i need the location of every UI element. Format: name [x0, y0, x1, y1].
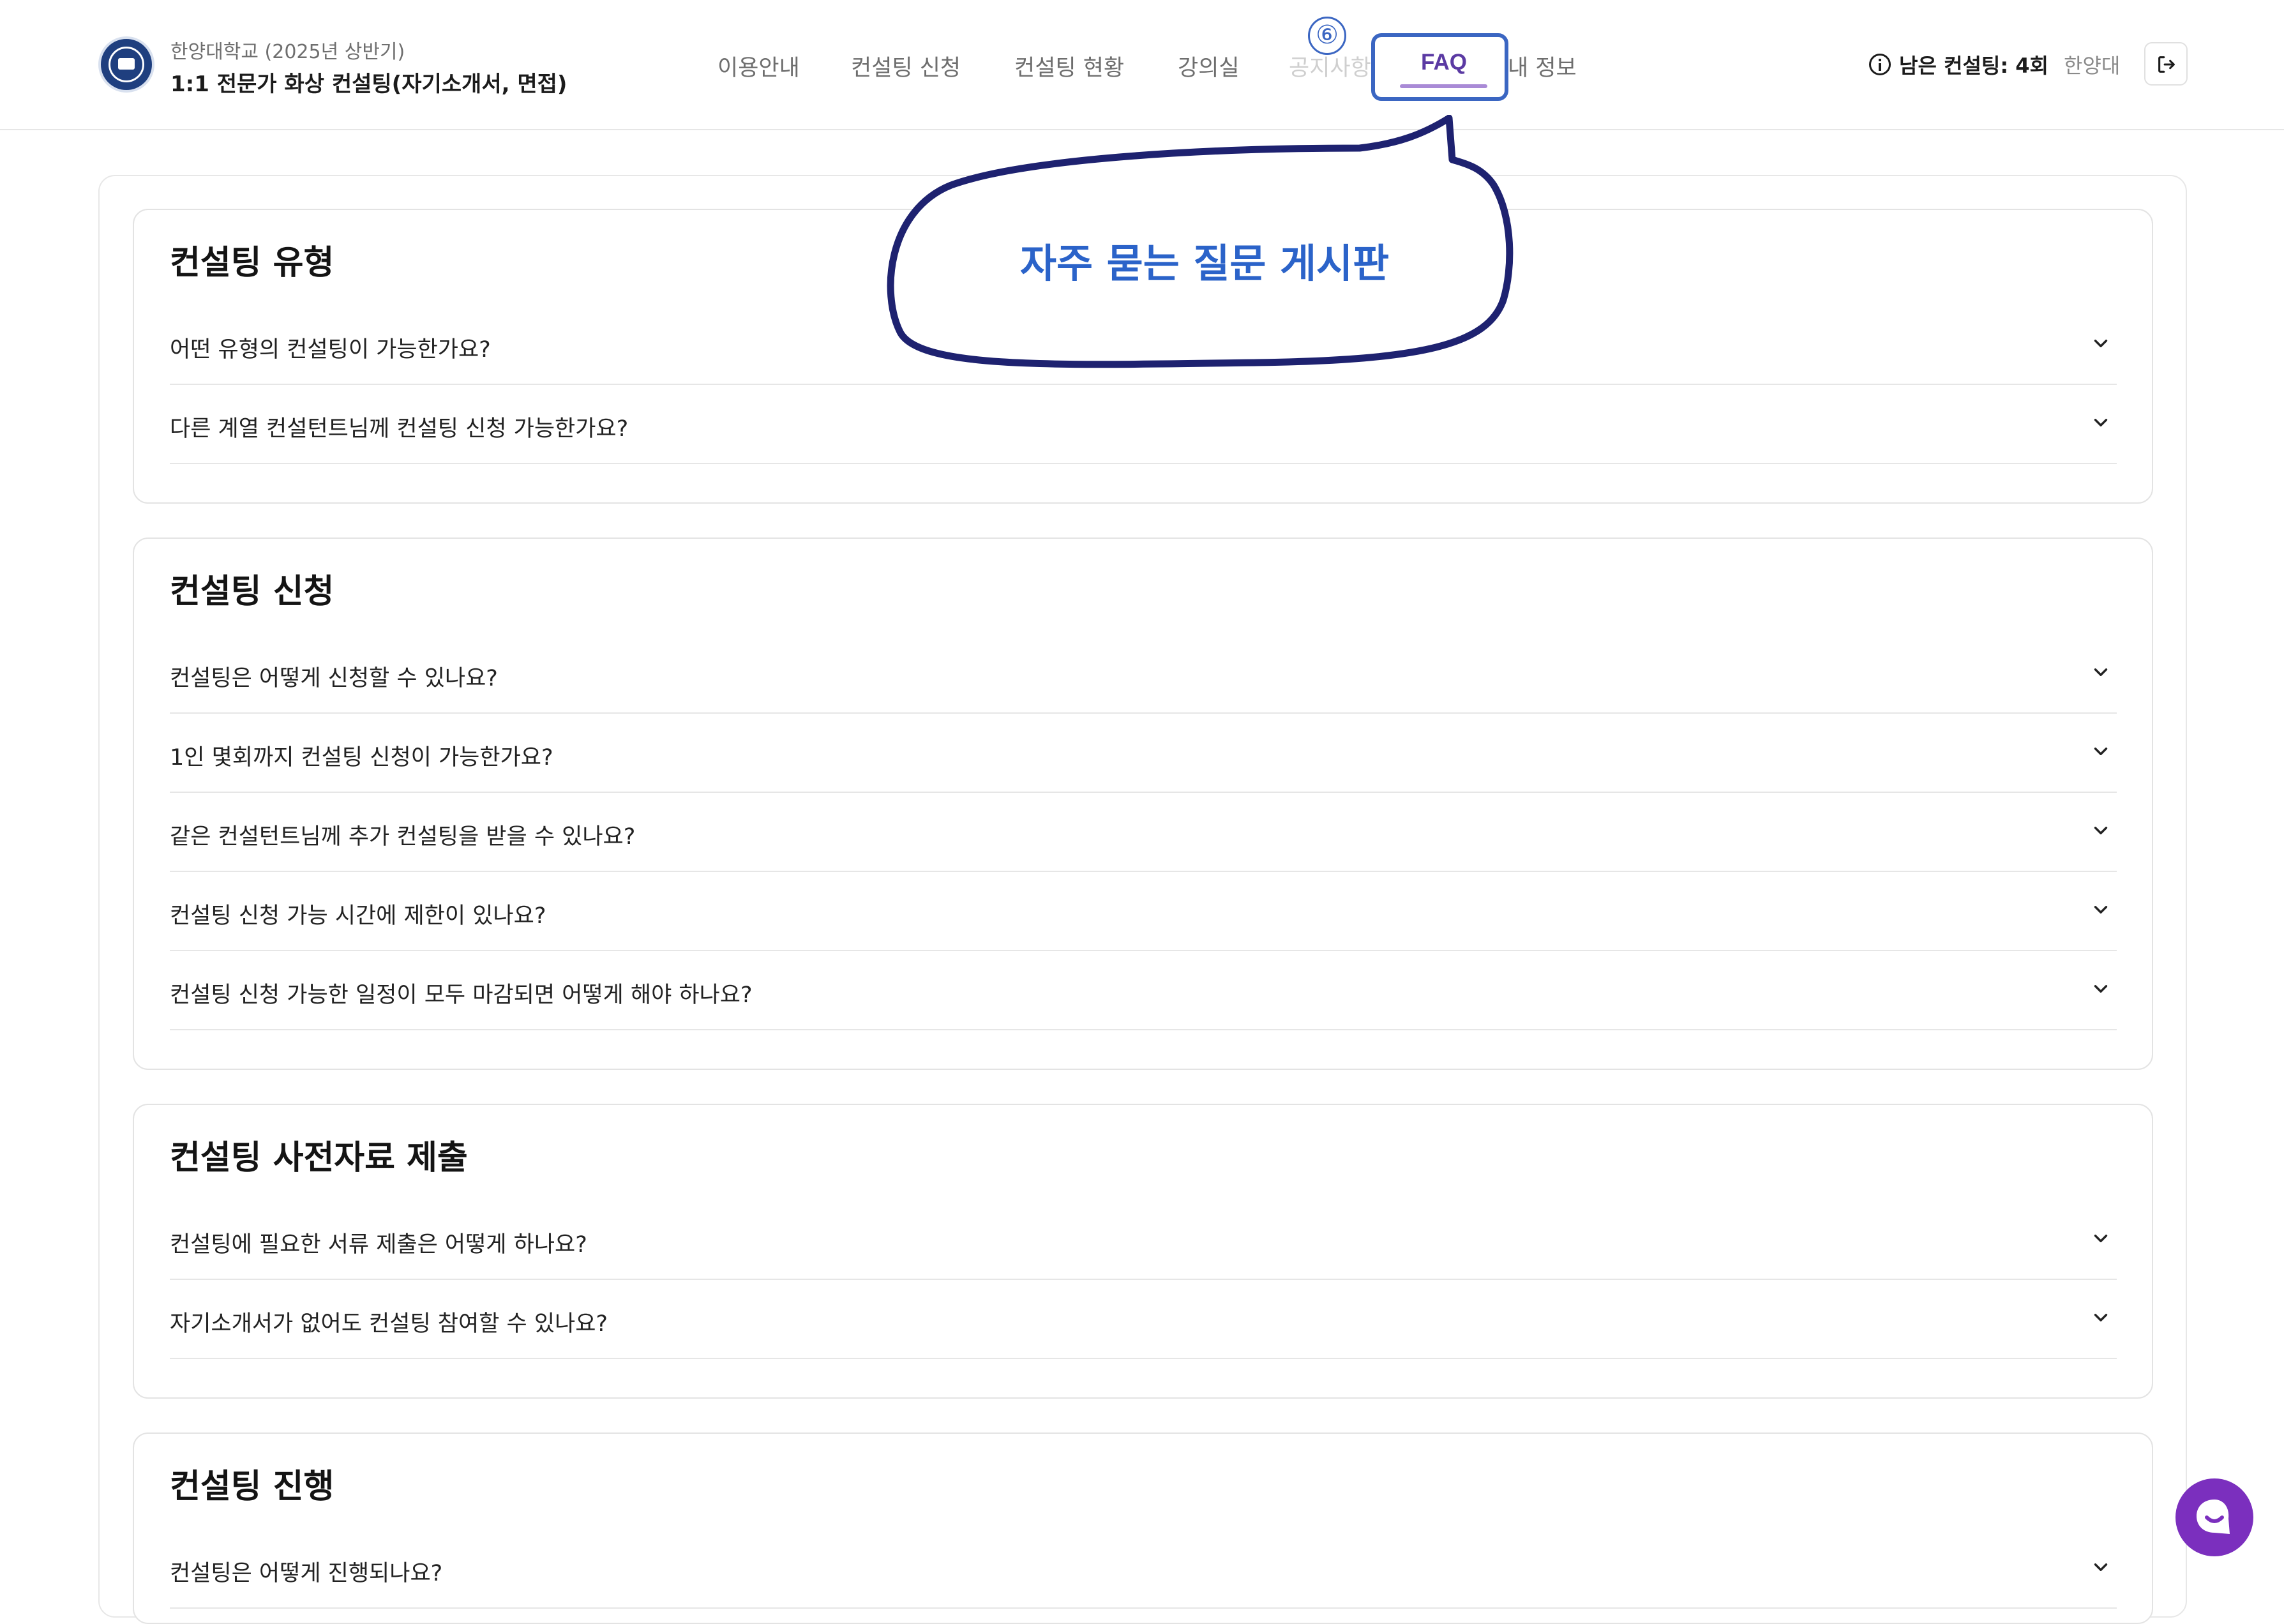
faq-item[interactable]: 컨설팅은 어떻게 진행되나요?: [170, 1528, 2117, 1609]
chat-icon: [2197, 1500, 2230, 1534]
top-header: 한양대학교 (2025년 상반기) 1:1 전문가 화상 컨설팅(자기소개서, …: [0, 0, 2284, 130]
faq-item[interactable]: 컨설팅 신청 가능한 일정이 모두 마감되면 어떻게 해야 하나요?: [170, 950, 2117, 1030]
chevron-down-icon: [2094, 419, 2108, 426]
faq-question: 자기소개서가 없어도 컨설팅 참여할 수 있나요?: [170, 1311, 608, 1337]
logout-icon: [2158, 56, 2175, 73]
faq-section-documents: 컨설팅 사전자료 제출 컨설팅에 필요한 서류 제출은 어떻게 하나요? 자기소…: [133, 1104, 2153, 1399]
faq-item[interactable]: 컨설팅 신청 가능 시간에 제한이 있나요?: [170, 871, 2117, 951]
chevron-down-icon: [2094, 668, 2108, 676]
chevron-down-icon: [2094, 985, 2108, 993]
faq-item[interactable]: 다른 계열 컨설턴트님께 컨설팅 신청 가능한가요?: [170, 384, 2117, 464]
nav-my-info[interactable]: 내 정보: [1508, 50, 1577, 82]
chevron-down-icon: [2094, 827, 2108, 834]
section-title: 컨설팅 사전자료 제출: [170, 1139, 468, 1177]
chevron-down-icon: [2094, 340, 2108, 347]
faq-question: 컨설팅은 어떻게 신청할 수 있나요?: [170, 666, 498, 691]
faq-question: 같은 컨설턴트님께 추가 컨설팅을 받을 수 있나요?: [170, 824, 636, 850]
nav-guide[interactable]: 이용안내: [718, 50, 800, 82]
chat-support-button[interactable]: [2175, 1478, 2253, 1556]
faq-question: 다른 계열 컨설턴트님께 컨설팅 신청 가능한가요?: [170, 416, 629, 442]
program-subtitle: 한양대학교 (2025년 상반기): [170, 41, 405, 63]
section-title: 컨설팅 신청: [170, 573, 334, 611]
logout-button[interactable]: [2144, 42, 2188, 86]
faq-section-apply: 컨설팅 신청 컨설팅은 어떻게 신청할 수 있나요? 1인 몇회까지 컨설팅 신…: [133, 538, 2153, 1070]
faq-highlight-box: [1371, 33, 1508, 101]
faq-item[interactable]: 같은 컨설턴트님께 추가 컨설팅을 받을 수 있나요?: [170, 792, 2117, 872]
remaining-consulting: 남은 컨설팅: 4회: [1899, 54, 2048, 78]
faq-question: 어떤 유형의 컨설팅이 가능한가요?: [170, 337, 491, 363]
faq-item[interactable]: 컨설팅에 필요한 서류 제출은 어떻게 하나요?: [170, 1199, 2117, 1280]
program-title[interactable]: 1:1 전문가 화상 컨설팅(자기소개서, 면접): [170, 66, 567, 98]
step-number-badge: ⑥: [1308, 17, 1346, 55]
faq-question: 컨설팅에 필요한 서류 제출은 어떻게 하나요?: [170, 1232, 587, 1258]
faq-question: 컨설팅 신청 가능한 일정이 모두 마감되면 어떻게 해야 하나요?: [170, 982, 753, 1008]
faq-item[interactable]: 자기소개서가 없어도 컨설팅 참여할 수 있나요?: [170, 1279, 2117, 1359]
faq-section-progress: 컨설팅 진행 컨설팅은 어떻게 진행되나요?: [133, 1432, 2153, 1624]
chevron-down-icon: [2094, 1235, 2108, 1242]
info-icon: [1869, 54, 1891, 75]
section-title: 컨설팅 진행: [170, 1468, 334, 1506]
nav-apply[interactable]: 컨설팅 신청: [851, 50, 961, 82]
faq-item[interactable]: 컨설팅은 어떻게 신청할 수 있나요?: [170, 633, 2117, 714]
section-title: 컨설팅 유형: [170, 244, 334, 282]
faq-question: 컨설팅은 어떻게 진행되나요?: [170, 1561, 443, 1586]
chevron-down-icon: [2094, 748, 2108, 755]
faq-question: 컨설팅 신청 가능 시간에 제한이 있나요?: [170, 903, 546, 929]
chevron-down-icon: [2094, 1563, 2108, 1571]
nav-status[interactable]: 컨설팅 현황: [1014, 50, 1124, 82]
callout-label: 자주 묻는 질문 게시판: [1020, 240, 1390, 287]
faq-question: 1인 몇회까지 컨설팅 신청이 가능한가요?: [170, 745, 553, 771]
nav-classroom[interactable]: 강의실: [1178, 50, 1240, 82]
user-university: 한양대: [2064, 54, 2121, 78]
faq-item[interactable]: 1인 몇회까지 컨설팅 신청이 가능한가요?: [170, 712, 2117, 793]
chevron-down-icon: [2094, 1314, 2108, 1321]
chevron-down-icon: [2094, 906, 2108, 914]
university-logo[interactable]: [98, 36, 154, 93]
